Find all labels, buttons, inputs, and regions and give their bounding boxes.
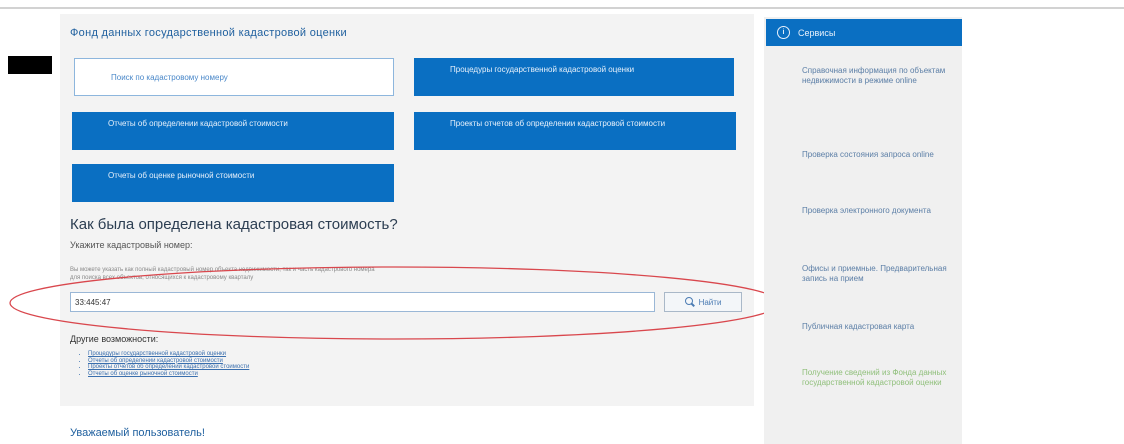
other-option-link[interactable]: Отчеты об определении кадастровой стоимо… bbox=[88, 358, 223, 364]
other-options-list: Процедуры государственной кадастровой оц… bbox=[88, 351, 249, 378]
other-option-link[interactable]: Проекты отчетов об определении кадастров… bbox=[88, 364, 249, 370]
sidebar-item-offices[interactable]: Офисы и приемные. Предварительная запись… bbox=[802, 264, 952, 284]
info-icon: i bbox=[777, 26, 790, 39]
sidebar-item-public-map[interactable]: Публичная кадастровая карта bbox=[802, 322, 952, 332]
other-option-link[interactable]: Процедуры государственной кадастровой оц… bbox=[88, 351, 226, 357]
other-options-heading: Другие возможности: bbox=[70, 334, 159, 344]
list-item: Отчеты об оценке рыночной стоимости bbox=[88, 371, 249, 378]
services-header: i Сервисы bbox=[766, 19, 962, 46]
services-header-label: Сервисы bbox=[798, 27, 836, 38]
sidebar-item-document-check[interactable]: Проверка электронного документа bbox=[802, 206, 952, 216]
sidebar-item-reference-info[interactable]: Справочная информация по объектам недвиж… bbox=[802, 66, 952, 86]
sidebar-item-request-status[interactable]: Проверка состояния запроса online bbox=[802, 150, 952, 160]
attention-heading: Уважаемый пользователь! bbox=[70, 427, 205, 439]
sidebar-item-valuation-data[interactable]: Получение сведений из Фонда данных госуд… bbox=[802, 368, 952, 388]
other-option-link[interactable]: Отчеты об оценке рыночной стоимости bbox=[88, 371, 198, 377]
list-item: Процедуры государственной кадастровой оц… bbox=[88, 351, 249, 358]
